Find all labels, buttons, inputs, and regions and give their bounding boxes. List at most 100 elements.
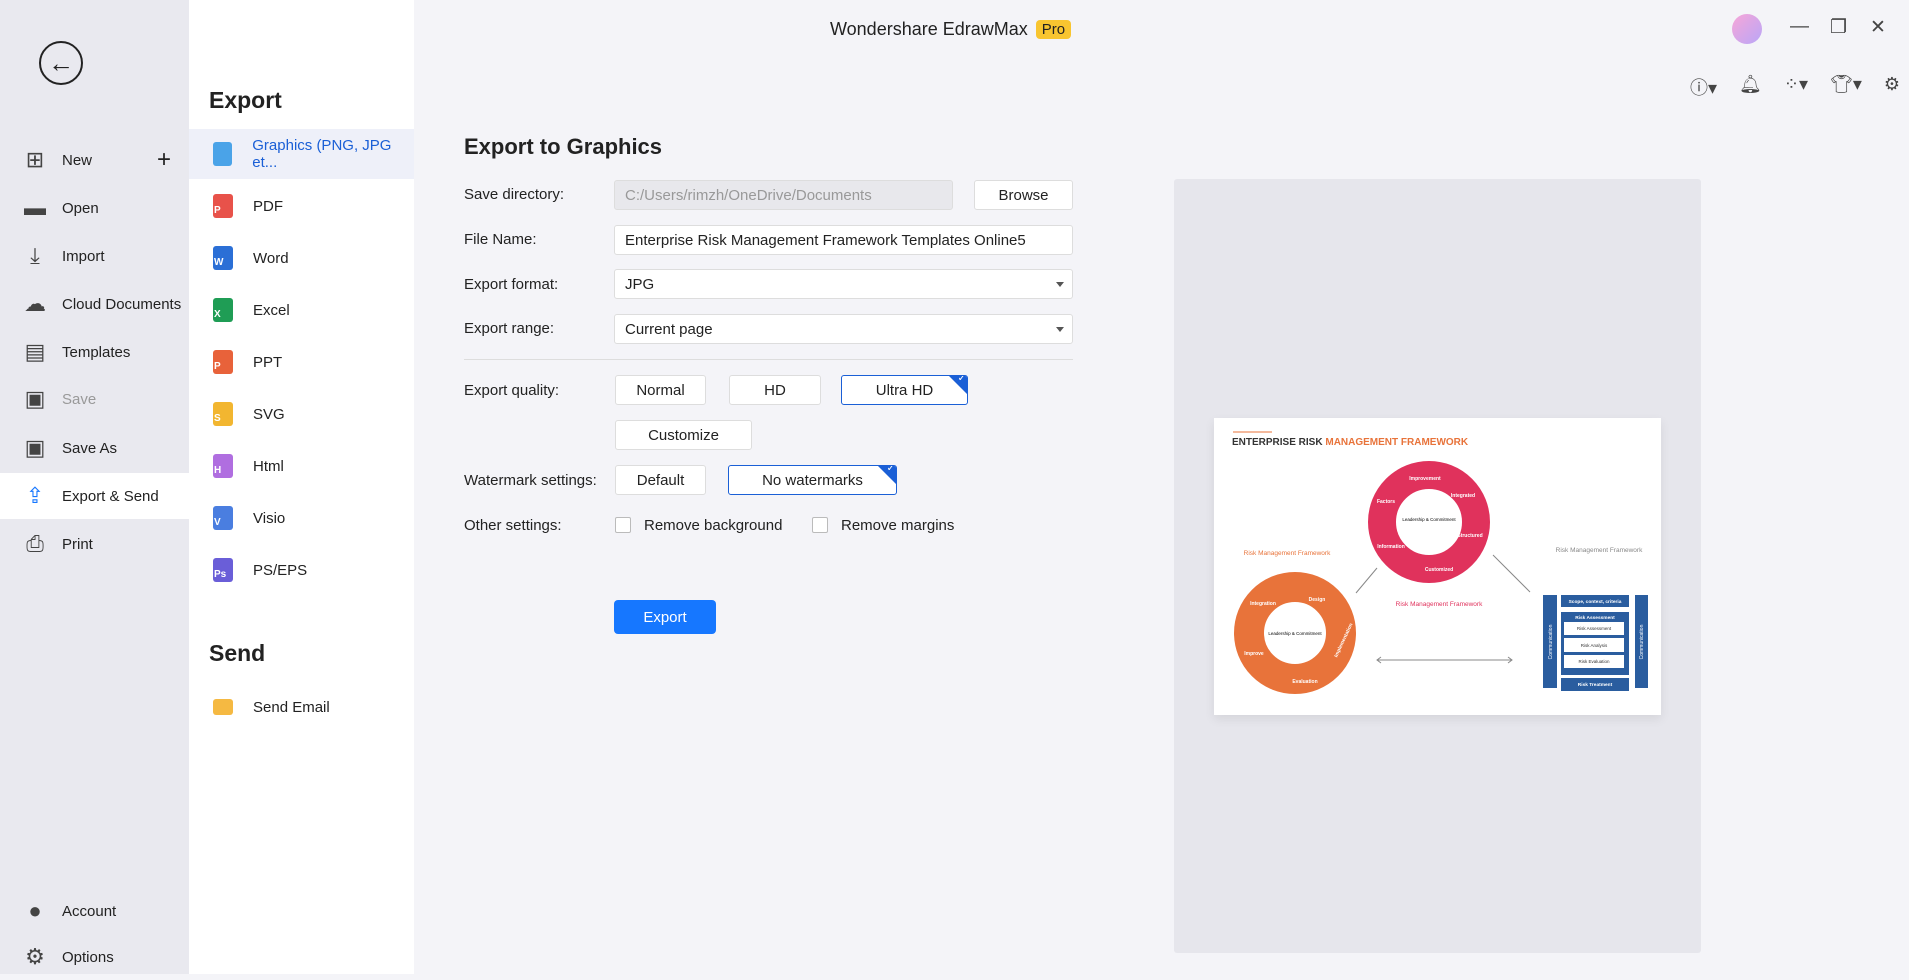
sidebar-item-export-send[interactable]: ⇪ Export & Send — [0, 473, 189, 519]
email-icon — [213, 699, 233, 715]
new-plus-icon[interactable]: + — [157, 146, 171, 174]
back-button[interactable]: ← — [39, 41, 83, 85]
sidebar-item-account[interactable]: ● Account — [0, 888, 189, 934]
no-watermarks-button[interactable]: No watermarks — [728, 465, 897, 495]
watermark-default-button[interactable]: Default — [615, 465, 706, 495]
account-icon: ● — [28, 898, 42, 923]
export-format-item[interactable]: P PPT — [189, 337, 414, 387]
file-type-icon: Ps — [213, 558, 233, 582]
export-format-value: JPG — [625, 275, 655, 293]
sidebar-item-open[interactable]: ▬ Open — [0, 185, 189, 231]
export-item-label: Visio — [253, 509, 286, 527]
browse-button[interactable]: Browse — [974, 180, 1073, 210]
export-range-value: Current page — [625, 320, 713, 338]
export-format-item[interactable]: Ps PS/EPS — [189, 545, 414, 595]
export-format-item[interactable]: V Visio — [189, 493, 414, 543]
close-button[interactable]: ✕ — [1870, 16, 1886, 39]
sidebar-item-templates[interactable]: ▤ Templates — [0, 329, 189, 375]
title-bar: Wondershare EdrawMax Pro — [830, 19, 1072, 40]
orange-label: Evaluation — [1292, 679, 1317, 685]
sidebar-item-new[interactable]: ⊞ New + — [0, 137, 189, 183]
export-quality-label: Export quality: — [464, 382, 560, 399]
file-type-icon: S — [213, 402, 233, 426]
sidebar-item-cloud-documents[interactable]: ☁ Cloud Documents — [0, 281, 189, 327]
risk-assessment-item: Risk Assessment — [1577, 626, 1612, 631]
export-format-item[interactable]: W Word — [189, 233, 414, 283]
file-type-icon: P — [213, 194, 233, 218]
export-format-item[interactable]: H Html — [189, 441, 414, 491]
red-label: Integrated — [1451, 493, 1475, 499]
sidebar-item-print[interactable]: ⎙ Print — [0, 521, 189, 567]
export-range-select[interactable]: Current page — [614, 314, 1073, 344]
minimize-button[interactable]: — — [1790, 16, 1809, 38]
orange-label: Improve — [1244, 651, 1264, 657]
sidebar-item-options[interactable]: ⚙ Options — [0, 934, 189, 980]
risk-assessment-heading: Risk Assessment — [1575, 615, 1615, 621]
sidebar-item-label: Save — [62, 390, 97, 408]
export-item-label: SVG — [253, 405, 285, 423]
export-format-item[interactable]: Graphics (PNG, JPG et... — [189, 129, 414, 179]
remove-margins-checkbox[interactable] — [812, 517, 828, 533]
preview-image: ENTERPRISE RISK MANAGEMENT FRAMEWORK Lea… — [1214, 418, 1661, 715]
apps-icon[interactable]: ⁘▾ — [1784, 74, 1808, 100]
risk-analysis-item: Risk Analysis — [1581, 643, 1608, 648]
arrow-right — [1492, 554, 1531, 593]
sidebar-item-label: Open — [62, 199, 99, 217]
scope-label: Scope, context, criteria — [1569, 599, 1622, 605]
bell-icon[interactable]: 🔔︎ — [1739, 74, 1762, 100]
file-name-input[interactable]: Enterprise Risk Management Framework Tem… — [614, 225, 1073, 255]
remove-background-label: Remove background — [644, 517, 783, 534]
export-format-item[interactable]: P PDF — [189, 181, 414, 231]
diagram-preview: ENTERPRISE RISK MANAGEMENT FRAMEWORK Lea… — [1232, 431, 1648, 694]
folder-icon: ▬ — [24, 195, 46, 220]
file-type-icon — [213, 142, 233, 166]
file-name-label: File Name: — [464, 231, 537, 248]
help-icon[interactable]: ⓘ▾ — [1690, 74, 1717, 100]
red-label: Customized — [1425, 567, 1453, 573]
remove-background-checkbox[interactable] — [615, 517, 631, 533]
export-format-label: Export format: — [464, 276, 559, 293]
arrow-left — [1355, 567, 1378, 594]
orange-label: Design — [1309, 597, 1326, 603]
restore-button[interactable]: ❐ — [1830, 16, 1847, 39]
quality-normal-button[interactable]: Normal — [615, 375, 706, 405]
export-button[interactable]: Export — [614, 600, 716, 634]
quality-hd-button[interactable]: HD — [729, 375, 821, 405]
avatar[interactable] — [1732, 14, 1762, 44]
export-item-label: Excel — [253, 301, 290, 319]
save-directory-input[interactable]: C:/Users/rimzh/OneDrive/Documents — [614, 180, 953, 210]
export-format-select[interactable]: JPG — [614, 269, 1073, 299]
quality-ultra-hd-button[interactable]: Ultra HD — [841, 375, 968, 405]
sidebar-item-label: Templates — [62, 343, 131, 361]
export-format-item[interactable]: X Excel — [189, 285, 414, 335]
red-label: Information — [1377, 544, 1405, 550]
settings-gear-icon[interactable]: ⚙ — [1884, 74, 1900, 100]
export-item-label: Word — [253, 249, 289, 267]
sidebar-item-label: Print — [62, 535, 93, 553]
sidebar-item-label: Cloud Documents — [62, 295, 182, 313]
import-icon: ⤓ — [30, 243, 40, 268]
theme-shirt-icon[interactable]: 👕︎▾ — [1830, 74, 1862, 100]
export-icon: ⇪ — [25, 483, 45, 508]
sidebar-item-import[interactable]: ⤓ Import — [0, 233, 189, 279]
red-label: Factors — [1377, 499, 1395, 505]
send-email-item[interactable]: Send Email — [189, 682, 414, 732]
red-label: Improvement — [1409, 476, 1441, 482]
red-label: Structured — [1457, 533, 1482, 539]
orange-label: Integration — [1250, 601, 1276, 607]
sidebar-item-label: Import — [62, 247, 105, 265]
sidebar-item-label: New — [62, 151, 93, 169]
app-title: Wondershare EdrawMax — [830, 19, 1028, 39]
sidebar-item-label: Options — [62, 948, 114, 966]
cloud-icon: ☁ — [24, 291, 46, 316]
export-range-label: Export range: — [464, 320, 555, 337]
sidebar-item-save-as[interactable]: ▣ Save As — [0, 425, 189, 471]
communication-label: Communication — [1639, 624, 1645, 659]
chevron-down-icon — [1056, 327, 1064, 332]
chevron-down-icon — [1056, 282, 1064, 287]
export-format-item[interactable]: S SVG — [189, 389, 414, 439]
sidebar-item-save[interactable]: ▣ Save — [0, 376, 189, 422]
customize-button[interactable]: Customize — [615, 420, 752, 450]
save-as-icon: ▣ — [24, 435, 46, 460]
sidebar-item-label: Account — [62, 902, 117, 920]
